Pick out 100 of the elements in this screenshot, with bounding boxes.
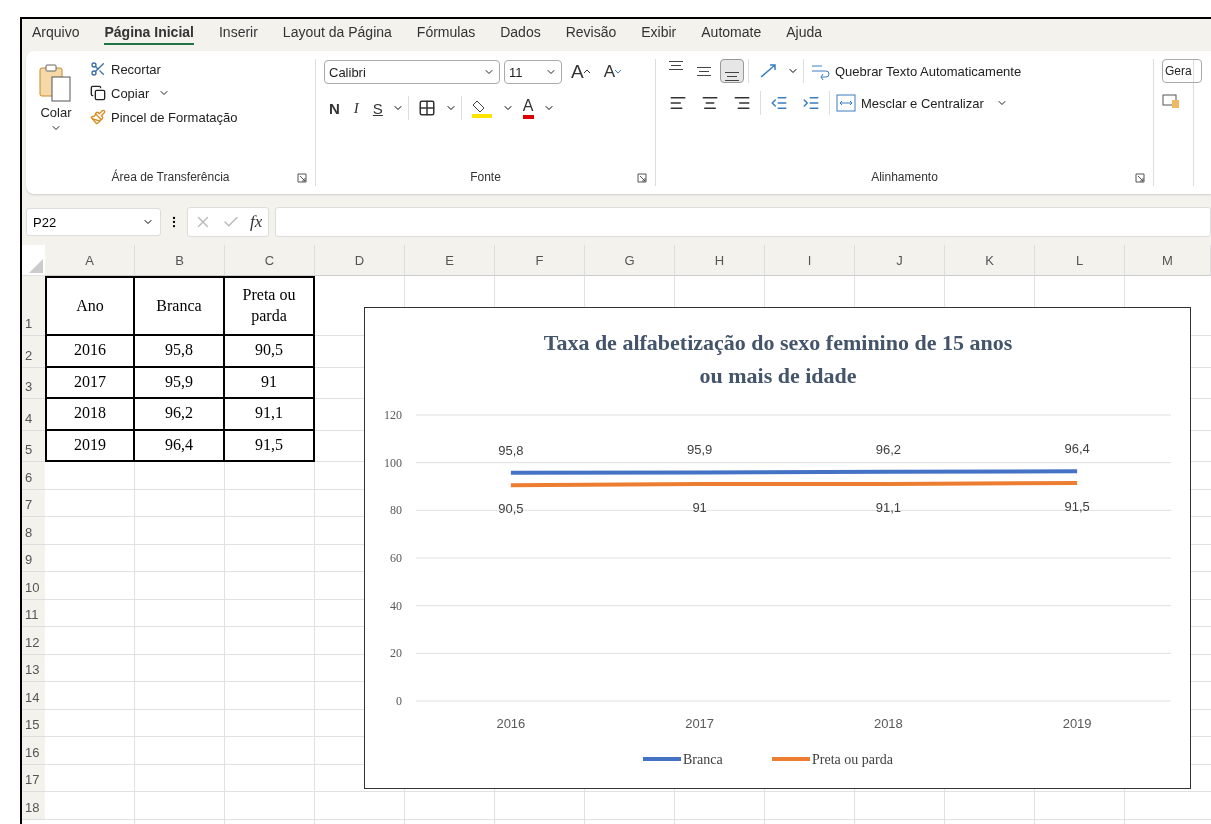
axis-label: 0 [396, 694, 402, 708]
number-format-select[interactable]: Gera [1162, 59, 1202, 83]
column-header[interactable]: H [675, 245, 765, 276]
row-header[interactable]: 18 [22, 792, 45, 820]
function-label[interactable]: fx [250, 212, 263, 232]
menu-tab[interactable]: Exibir [641, 21, 677, 45]
bold-button[interactable]: N [324, 97, 345, 119]
paintbrush-icon [90, 109, 106, 125]
borders-icon [417, 99, 436, 117]
row-header[interactable]: 3 [22, 367, 45, 399]
row-header[interactable]: 12 [22, 627, 45, 655]
shrink-font-button[interactable]: A [598, 60, 627, 84]
row-header[interactable]: 11 [22, 599, 45, 627]
format-icon [1162, 93, 1180, 109]
menu-tab[interactable]: Inserir [218, 21, 258, 45]
column-header[interactable]: C [225, 245, 315, 276]
group-label: Área de Transferência [111, 170, 230, 186]
axis-label: 2018 [873, 716, 903, 731]
row-header[interactable]: 2 [22, 336, 45, 368]
angled-text-icon [758, 62, 778, 80]
menu-tab[interactable]: Arquivo [32, 21, 80, 45]
data-label: 96,2 [875, 441, 902, 457]
table-cell: Branca [135, 276, 225, 336]
row-header[interactable]: 6 [22, 462, 45, 490]
column-header[interactable]: A [45, 245, 135, 276]
axis-label: 40 [390, 598, 402, 613]
column-header[interactable]: E [405, 245, 495, 276]
font-color-button[interactable]: A [517, 95, 539, 121]
launcher-icon[interactable] [1135, 173, 1145, 183]
name-box[interactable]: P22 [26, 208, 161, 236]
vertical-align-button[interactable] [720, 59, 744, 83]
grow-font-button[interactable]: A [566, 59, 595, 85]
formula-field[interactable] [275, 207, 1211, 237]
increase-indent-icon [802, 94, 820, 112]
column-header[interactable]: B [135, 245, 225, 276]
data-label: 95,9 [686, 442, 713, 458]
paste-button[interactable]: Colar [34, 59, 78, 170]
italic-button[interactable]: I [348, 97, 364, 119]
table-cell: 2016 [45, 336, 135, 368]
clipboard-icon [38, 63, 74, 103]
menu-tab[interactable]: Automate [701, 21, 762, 45]
data-label: 91 [692, 500, 707, 516]
column-header[interactable]: L [1035, 245, 1125, 276]
column-header[interactable]: J [855, 245, 945, 276]
align-left-icon [669, 94, 687, 112]
row-header[interactable]: 7 [22, 489, 45, 517]
row-header[interactable]: 5 [22, 430, 45, 462]
group-label: Alinhamento [871, 170, 938, 186]
table-cell: 96,2 [135, 399, 225, 431]
menu-tab[interactable]: Fórmulas [416, 21, 476, 45]
menu-tab[interactable]: Revisão [565, 21, 617, 45]
row-header[interactable]: 1 [22, 276, 45, 336]
copy-icon [90, 85, 106, 101]
underline-button[interactable]: S [367, 97, 388, 119]
column-header[interactable]: F [495, 245, 585, 276]
column-header[interactable]: D [315, 245, 405, 276]
format-painter-button[interactable]: Pincel de Formatação [88, 107, 240, 127]
table-cell: 96,4 [135, 430, 225, 462]
merge-center-button[interactable]: Mesclar e Centralizar [834, 92, 1011, 114]
launcher-icon[interactable] [297, 173, 307, 183]
row-header[interactable]: 17 [22, 764, 45, 792]
column-header[interactable]: I [765, 245, 855, 276]
row-header[interactable]: 4 [22, 399, 45, 431]
align-right-icon [733, 94, 751, 112]
row-header[interactable]: 10 [22, 572, 45, 600]
column-header[interactable]: K [945, 245, 1035, 276]
align-center-icon [701, 94, 719, 112]
axis-label: 120 [384, 408, 402, 422]
row-header[interactable]: 16 [22, 737, 45, 765]
table-cell: 91,1 [225, 399, 315, 431]
data-label: 95,8 [498, 442, 524, 458]
align-lines-icon [697, 66, 711, 76]
menu-tab[interactable]: Ajuda [786, 21, 823, 45]
table-cell: Ano [45, 276, 135, 336]
table-cell: 90,5 [225, 336, 315, 368]
wrap-text-button[interactable]: Quebrar Texto Automaticamente [808, 59, 1024, 83]
row-header[interactable]: 13 [22, 654, 45, 682]
copy-button[interactable]: Copiar [88, 83, 240, 103]
menu-tab[interactable]: Layout da Página [282, 21, 392, 45]
table-cell: 91,5 [225, 430, 315, 462]
decrease-indent-icon [770, 94, 788, 112]
caret-up-icon [583, 68, 590, 76]
data-label: 90,5 [498, 501, 524, 517]
menu-tab[interactable]: Dados [500, 21, 541, 45]
axis-label: 20 [390, 646, 402, 661]
legend-swatch [772, 757, 810, 761]
menu-tab[interactable]: Página Inicial [104, 21, 194, 45]
row-header[interactable]: 14 [22, 682, 45, 710]
row-header[interactable]: 15 [22, 709, 45, 737]
axis-label: 2016 [496, 716, 526, 731]
merge-icon [836, 94, 856, 112]
cut-button[interactable]: Recortar [88, 59, 240, 79]
row-header[interactable]: 9 [22, 544, 45, 572]
table-cell: 91 [225, 367, 315, 399]
column-header[interactable]: G [585, 245, 675, 276]
font-name-select[interactable]: Calibri [324, 60, 500, 84]
launcher-icon[interactable] [637, 173, 647, 183]
column-header[interactable]: M [1125, 245, 1211, 276]
font-size-select[interactable]: 11 [504, 60, 562, 84]
row-header[interactable]: 8 [22, 517, 45, 545]
